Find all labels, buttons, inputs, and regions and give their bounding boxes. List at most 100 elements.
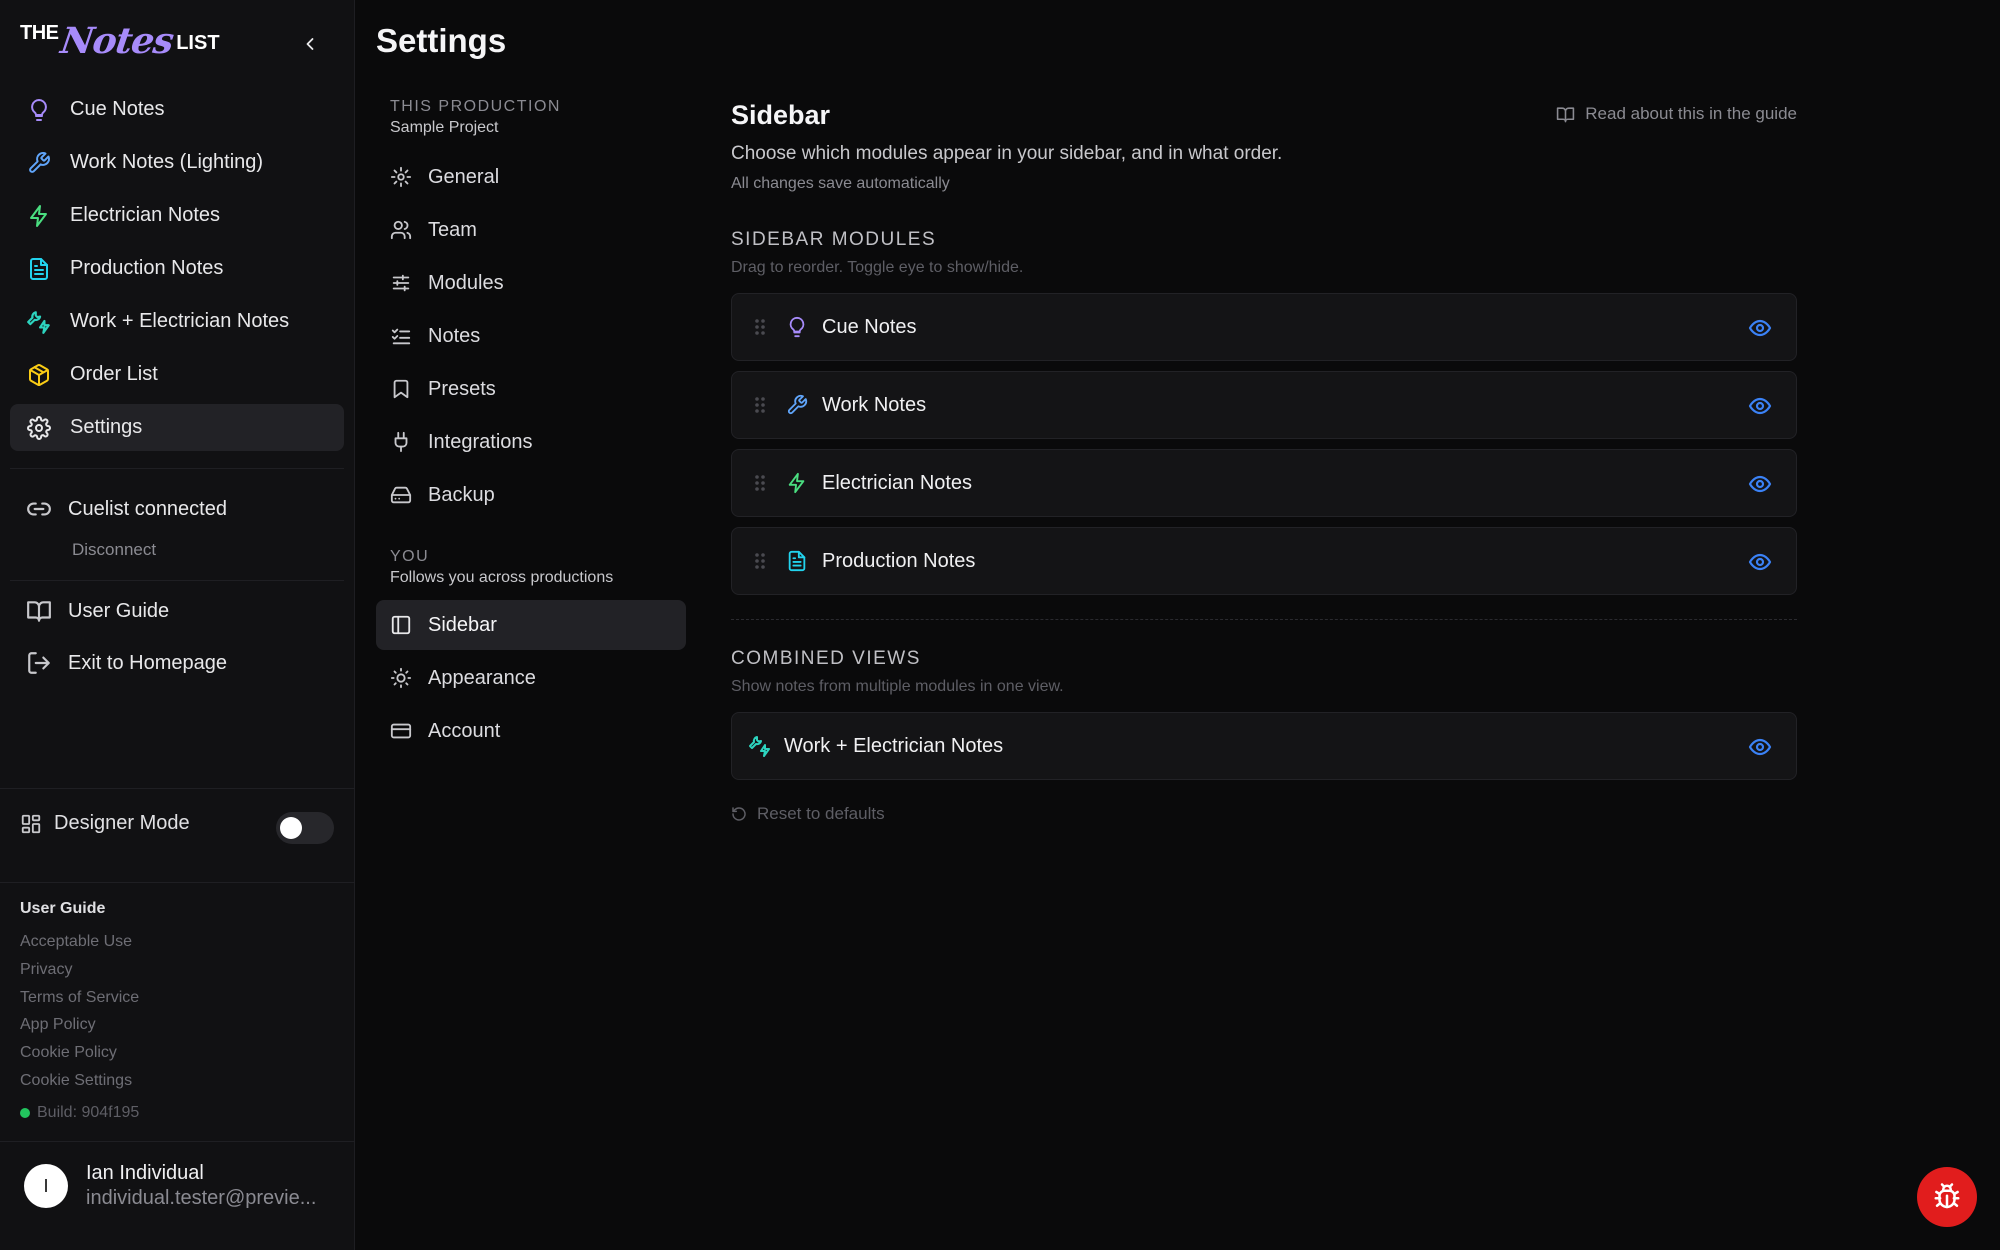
exit-homepage-link[interactable]: Exit to Homepage [26, 650, 227, 676]
settings-nav-label: Team [428, 218, 477, 241]
settings-nav-label: Sidebar [428, 613, 497, 636]
autosave-note: All changes save automatically [731, 175, 950, 192]
divider [0, 788, 355, 789]
sidebar-item-label: Cue Notes [70, 98, 165, 120]
cuelist-status: Cuelist connected [26, 496, 227, 522]
settings-nav-sidebar[interactable]: Sidebar [376, 600, 686, 650]
footer-link-cookie-settings[interactable]: Cookie Settings [20, 1067, 139, 1095]
log-out-icon [26, 650, 52, 676]
eye-icon[interactable] [1748, 735, 1772, 759]
sidebar-item-electrician-notes[interactable]: Electrician Notes [10, 192, 344, 239]
eye-icon[interactable] [1748, 316, 1772, 340]
settings-nav-label: Backup [428, 483, 495, 506]
settings-nav-notes[interactable]: Notes [376, 311, 686, 361]
guide-link[interactable]: Read about this in the guide [1556, 104, 1797, 124]
module-row-electrician-notes[interactable]: Electrician Notes [731, 449, 1797, 517]
divider [10, 580, 344, 581]
link-icon [26, 496, 52, 522]
module-label: Cue Notes [822, 315, 917, 338]
settings-group-heading: YOU [390, 548, 430, 565]
settings-nav-label: Appearance [428, 666, 536, 689]
settings-nav-modules[interactable]: Modules [376, 258, 686, 308]
app-logo[interactable]: THE Notes LIST [20, 16, 220, 66]
lightbulb-icon [26, 97, 52, 123]
book-open-icon [26, 598, 52, 624]
footer-link-terms[interactable]: Terms of Service [20, 984, 139, 1012]
settings-nav-team[interactable]: Team [376, 205, 686, 255]
disconnect-link[interactable]: Disconnect [72, 540, 156, 560]
divider [0, 882, 355, 883]
logo-notes: Notes [57, 20, 176, 62]
settings-nav-presets[interactable]: Presets [376, 364, 686, 414]
collapse-sidebar-button[interactable] [296, 30, 324, 58]
combined-row-work-electrician-notes[interactable]: Work + Electrician Notes [731, 712, 1797, 780]
sidebar-item-work-notes[interactable]: Work Notes (Lighting) [10, 139, 344, 186]
wrench-icon [26, 150, 52, 176]
users-icon [390, 219, 412, 241]
reset-defaults-button[interactable]: Reset to defaults [731, 804, 1797, 824]
settings-nav-label: Notes [428, 324, 481, 347]
designer-mode: Designer Mode [20, 812, 190, 835]
hard-drive-icon [390, 484, 412, 506]
settings-nav-label: Account [428, 719, 501, 742]
divider [0, 1141, 355, 1142]
eye-icon[interactable] [1748, 550, 1772, 574]
footer-links: User Guide Acceptable Use Privacy Terms … [20, 900, 139, 1095]
section-divider [731, 619, 1797, 620]
grip-vertical-icon[interactable] [752, 317, 772, 337]
settings-nav-general[interactable]: General [376, 152, 686, 202]
settings-nav-appearance[interactable]: Appearance [376, 653, 686, 703]
sidebar-item-order-list[interactable]: Order List [10, 351, 344, 398]
gear-icon [390, 166, 412, 188]
file-text-icon [786, 550, 810, 572]
footer-link-acceptable-use[interactable]: Acceptable Use [20, 928, 139, 956]
footer-link-app-policy[interactable]: App Policy [20, 1011, 139, 1039]
list-checks-icon [390, 325, 412, 347]
settings-nav-integrations[interactable]: Integrations [376, 417, 686, 467]
eye-icon[interactable] [1748, 472, 1772, 496]
build-label: Build: 904f195 [37, 1104, 140, 1121]
sliders-icon [390, 272, 412, 294]
bookmark-icon [390, 378, 412, 400]
settings-nav-account[interactable]: Account [376, 706, 686, 756]
module-label: Electrician Notes [822, 471, 973, 494]
footer-link-cookie-policy[interactable]: Cookie Policy [20, 1039, 139, 1067]
settings-group-subtitle: Follows you across productions [390, 569, 614, 586]
eye-icon[interactable] [1748, 394, 1772, 418]
user-guide-link[interactable]: User Guide [26, 598, 169, 624]
module-row-production-notes[interactable]: Production Notes [731, 527, 1797, 595]
avatar: I [24, 1164, 68, 1208]
designer-mode-label: Designer Mode [54, 812, 190, 834]
sidebar-settings-panel: Sidebar Read about this in the guide Cho… [731, 100, 1797, 824]
sidebar-item-settings[interactable]: Settings [10, 404, 344, 451]
grip-vertical-icon[interactable] [752, 395, 772, 415]
module-row-cue-notes[interactable]: Cue Notes [731, 293, 1797, 361]
footer-link-privacy[interactable]: Privacy [20, 956, 139, 984]
sidebar-item-work-electrician-notes[interactable]: Work + Electrician Notes [10, 298, 344, 345]
sidebar-item-label: Work + Electrician Notes [70, 310, 290, 332]
settings-nav: THIS PRODUCTION Sample Project General T… [376, 98, 686, 756]
module-row-work-notes[interactable]: Work Notes [731, 371, 1797, 439]
wrench-icon [786, 394, 810, 416]
logo-list: LIST [176, 31, 220, 54]
designer-mode-toggle[interactable] [276, 812, 334, 844]
report-bug-button[interactable] [1917, 1167, 1977, 1227]
sidebar-item-production-notes[interactable]: Production Notes [10, 245, 344, 292]
layout-grid-icon [20, 813, 42, 835]
page-title: Settings [376, 22, 507, 59]
modules-heading: SIDEBAR MODULES [731, 229, 937, 250]
sun-icon [390, 667, 412, 689]
grip-vertical-icon[interactable] [752, 551, 772, 571]
modules-hint: Drag to reorder. Toggle eye to show/hide… [731, 259, 1024, 276]
sidebar-item-cue-notes[interactable]: Cue Notes [10, 86, 344, 133]
grip-vertical-icon[interactable] [752, 473, 772, 493]
status-dot [20, 1108, 30, 1118]
sidebar-item-label: Order List [70, 363, 158, 385]
settings-nav-backup[interactable]: Backup [376, 470, 686, 520]
user-profile[interactable]: I Ian Individual individual.tester@previ… [24, 1162, 316, 1210]
toggle-knob [280, 817, 302, 839]
footer-heading[interactable]: User Guide [20, 900, 139, 918]
guide-link-label: Read about this in the guide [1585, 104, 1797, 123]
chevron-left-icon [306, 38, 314, 50]
book-open-icon [1556, 105, 1575, 124]
